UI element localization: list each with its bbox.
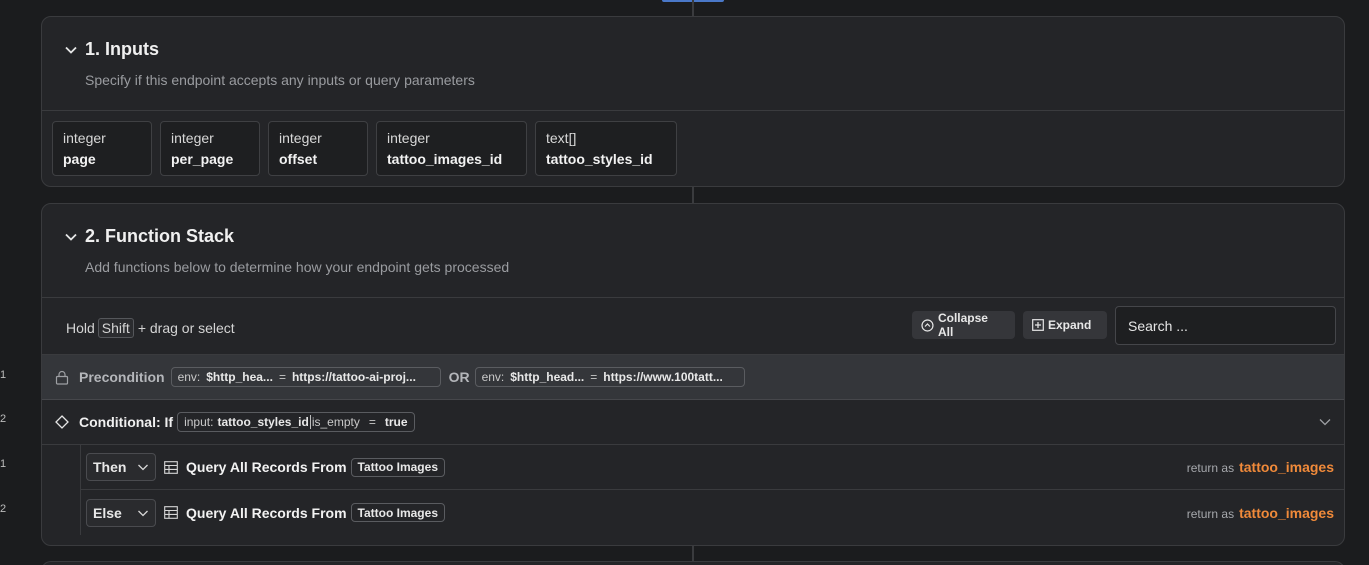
- pill-value: https://www.100tatt...: [603, 370, 723, 384]
- chevron-down-icon[interactable]: [1318, 415, 1332, 429]
- function-stack-subtitle: Add functions below to determine how you…: [85, 259, 510, 275]
- pill-prefix: env:: [481, 370, 505, 384]
- condition-pill[interactable]: input: tattoo_styles_id is_empty = true: [177, 412, 415, 432]
- input-type: integer: [279, 130, 322, 146]
- inputs-title: 1. Inputs: [85, 39, 160, 59]
- collapse-icon: [921, 318, 934, 332]
- else-branch-row[interactable]: Else Query All Records From Tattoo Image…: [80, 490, 1344, 535]
- inputs-subtitle: Specify if this endpoint accepts any inp…: [85, 72, 475, 88]
- input-type: text[]: [546, 130, 577, 146]
- line-number: 2: [0, 503, 7, 515]
- line-number: 1: [0, 458, 7, 470]
- inputs-header[interactable]: 1. Inputs Specify if this endpoint accep…: [42, 17, 1344, 110]
- input-name: per_page: [171, 151, 234, 167]
- branch-select-then[interactable]: Then: [86, 453, 156, 481]
- branch-select-label: Else: [93, 504, 122, 521]
- chevron-down-icon: [138, 510, 148, 516]
- inputs-title-wrap: 1. Inputs: [64, 39, 159, 60]
- query-label: Query All Records From: [186, 504, 347, 521]
- return-as-label: return as: [1186, 506, 1235, 521]
- condition-var: tattoo_styles_id: [217, 415, 309, 429]
- branch-select-else[interactable]: Else: [86, 498, 156, 527]
- condition-filter: is_empty: [311, 415, 360, 429]
- query-label: Query All Records From: [186, 459, 347, 475]
- table-name: Tattoo Images: [357, 460, 438, 474]
- input-name: tattoo_images_id: [387, 151, 503, 167]
- return-info: return as tattoo_images: [1187, 459, 1334, 475]
- return-var[interactable]: tattoo_images: [1239, 505, 1334, 521]
- function-stack-panel: 2. Function Stack Add functions below to…: [41, 203, 1345, 546]
- input-name: page: [63, 151, 96, 167]
- chevron-down-icon: [138, 464, 148, 471]
- hold-prefix: Hold: [66, 320, 95, 336]
- input-card-tattoo-styles-id[interactable]: text[] tattoo_styles_id: [535, 121, 677, 176]
- function-stack-title: 2. Function Stack: [85, 226, 235, 246]
- diamond-icon: [55, 415, 69, 429]
- input-card-tattoo-images-id[interactable]: integer tattoo_images_id: [376, 121, 527, 176]
- table-icon: [164, 506, 178, 519]
- return-info: return as tattoo_images: [1187, 505, 1334, 521]
- return-as-label: return as: [1186, 461, 1235, 475]
- pill-var: $http_hea...: [206, 370, 273, 384]
- lock-icon: [55, 370, 69, 385]
- input-card-offset[interactable]: integer offset: [268, 121, 368, 176]
- search-input[interactable]: Search ...: [1115, 306, 1336, 345]
- expand-icon: [1032, 319, 1044, 331]
- collapse-all-button[interactable]: Collapse All: [912, 311, 1015, 339]
- expand-button[interactable]: Expand: [1023, 311, 1107, 339]
- table-badge[interactable]: Tattoo Images: [350, 503, 445, 522]
- function-stack-header[interactable]: 2. Function Stack Add functions below to…: [42, 204, 1344, 297]
- precondition-label: Precondition: [79, 369, 165, 385]
- condition-value: true: [384, 415, 408, 429]
- inputs-list: integer page integer per_page integer of…: [42, 111, 1344, 176]
- input-name: offset: [279, 151, 318, 167]
- function-stack-title-wrap: 2. Function Stack: [64, 226, 234, 247]
- precondition-row[interactable]: Precondition env: $http_hea... = https:/…: [42, 355, 1344, 400]
- line-number: 1: [0, 369, 7, 381]
- then-branch-row[interactable]: Then Query All Records From Tattoo Image…: [80, 445, 1344, 490]
- hold-suffix: + drag or select: [137, 320, 235, 336]
- condition-op: =: [368, 415, 376, 429]
- input-type: integer: [63, 130, 106, 146]
- precondition-pill-left[interactable]: env: $http_hea... = https://tattoo-ai-pr…: [170, 367, 441, 387]
- pill-op: =: [278, 370, 286, 384]
- next-panel-edge: [41, 561, 1345, 565]
- input-card-per-page[interactable]: integer per_page: [160, 121, 260, 176]
- table-icon: [164, 460, 178, 474]
- table-name: Tattoo Images: [357, 505, 438, 520]
- or-label: OR: [448, 369, 470, 385]
- pill-var: $http_head...: [510, 370, 585, 384]
- endpoint-editor: 1 2 1 2 1. Inputs Specify if this endpoi…: [0, 0, 1369, 565]
- line-number: 2: [0, 413, 7, 425]
- inputs-panel: 1. Inputs Specify if this endpoint accep…: [41, 16, 1345, 187]
- input-name: tattoo_styles_id: [546, 151, 653, 167]
- branch-select-label: Then: [93, 459, 127, 475]
- expand-label: Expand: [1048, 318, 1092, 332]
- pill-value: https://tattoo-ai-proj...: [291, 370, 416, 384]
- pill-prefix: env:: [177, 370, 201, 384]
- precondition-pill-right[interactable]: env: $http_head... = https://www.100tatt…: [474, 367, 745, 387]
- table-badge[interactable]: Tattoo Images: [350, 457, 445, 477]
- pill-op: =: [590, 370, 598, 384]
- conditional-label: Conditional: If: [79, 414, 174, 430]
- shift-key: Shift: [97, 318, 134, 338]
- condition-prefix: input:: [184, 415, 214, 429]
- connector-line: [692, 0, 694, 17]
- chevron-down-icon[interactable]: [64, 230, 78, 244]
- input-type: integer: [387, 130, 430, 146]
- collapse-all-label: Collapse All: [937, 311, 988, 339]
- connector-line: [692, 186, 694, 204]
- hold-hint: Hold Shift + drag or select: [66, 318, 235, 338]
- filter-separator: [309, 415, 311, 429]
- input-card-page[interactable]: integer page: [52, 121, 152, 176]
- chevron-down-icon[interactable]: [64, 43, 78, 57]
- stack-list: Precondition env: $http_hea... = https:/…: [42, 354, 1344, 535]
- input-type: integer: [171, 130, 214, 146]
- return-var[interactable]: tattoo_images: [1239, 459, 1334, 475]
- conditional-row[interactable]: Conditional: If input: tattoo_styles_id …: [42, 400, 1344, 445]
- stack-toolbar: Hold Shift + drag or select Collapse All…: [42, 298, 1344, 354]
